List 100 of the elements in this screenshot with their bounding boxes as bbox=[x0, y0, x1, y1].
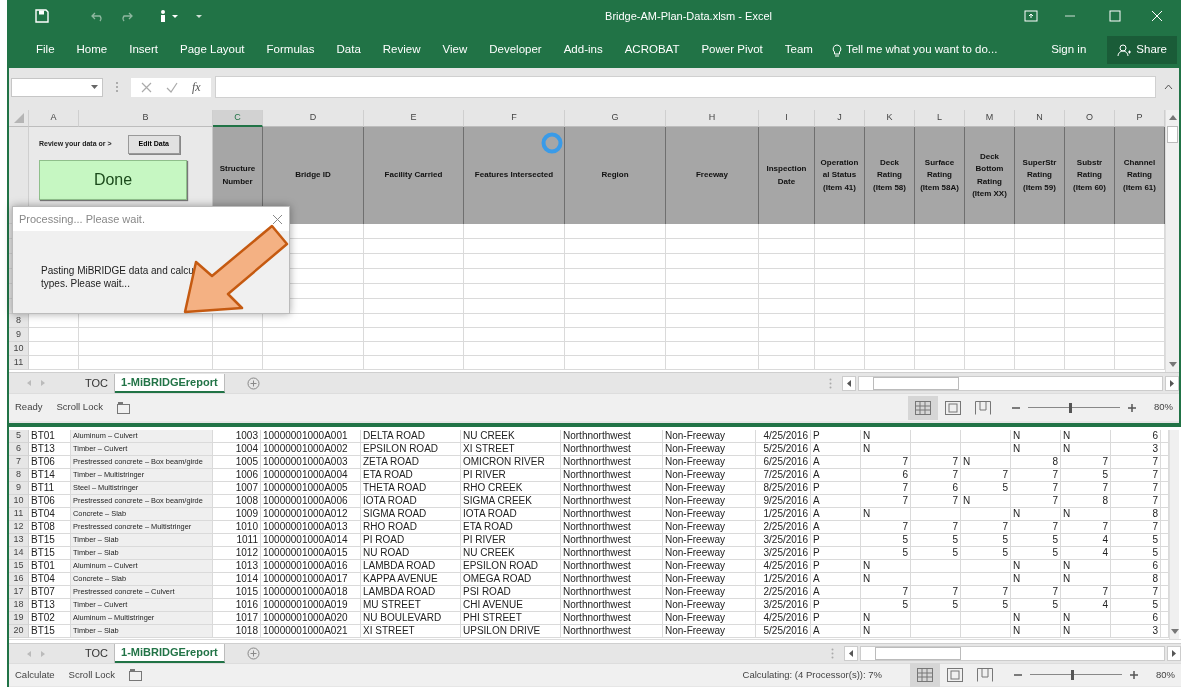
insert-function-button[interactable]: fx bbox=[192, 78, 201, 96]
scroll-up-icon[interactable] bbox=[1168, 114, 1177, 120]
column-letter[interactable]: P bbox=[1115, 110, 1165, 127]
column-letter[interactable]: O bbox=[1065, 110, 1115, 127]
empty-cell[interactable] bbox=[965, 328, 1015, 342]
empty-cell[interactable] bbox=[1065, 342, 1115, 356]
empty-cell[interactable] bbox=[759, 299, 815, 314]
empty-cell[interactable] bbox=[79, 356, 213, 370]
select-all-button[interactable] bbox=[9, 110, 29, 127]
empty-cell[interactable] bbox=[1015, 239, 1065, 254]
row-number[interactable]: 15 bbox=[9, 560, 29, 573]
row-number[interactable]: 11 bbox=[9, 508, 29, 521]
empty-cell[interactable] bbox=[666, 342, 759, 356]
close-icon[interactable] bbox=[272, 213, 283, 225]
empty-cell[interactable] bbox=[865, 269, 915, 284]
column-letter[interactable]: C bbox=[213, 110, 263, 127]
row-number[interactable]: 11 bbox=[9, 356, 29, 370]
empty-cell[interactable] bbox=[815, 284, 865, 299]
ribbon-tab[interactable]: File bbox=[25, 41, 66, 59]
column-letter[interactable]: E bbox=[364, 110, 464, 127]
empty-cell[interactable] bbox=[1065, 314, 1115, 328]
empty-cell[interactable] bbox=[965, 254, 1015, 269]
empty-cell[interactable] bbox=[1015, 254, 1065, 269]
splitter-dots-icon[interactable] bbox=[115, 81, 119, 93]
empty-cell[interactable] bbox=[565, 299, 666, 314]
empty-cell[interactable] bbox=[865, 299, 915, 314]
sheet-tab[interactable]: 1-MiBRIDGEreport bbox=[115, 373, 225, 393]
empty-cell[interactable] bbox=[815, 314, 865, 328]
empty-cell[interactable] bbox=[364, 254, 464, 269]
view-button[interactable] bbox=[910, 663, 940, 687]
row-number[interactable]: 19 bbox=[9, 612, 29, 625]
undo-icon[interactable] bbox=[91, 10, 105, 22]
scroll-right-icon[interactable] bbox=[1167, 646, 1181, 661]
empty-cell[interactable] bbox=[965, 239, 1015, 254]
empty-cell[interactable] bbox=[1015, 269, 1065, 284]
tell-me-search[interactable]: Tell me what you want to do... bbox=[845, 41, 998, 59]
zoom-slider[interactable] bbox=[1028, 401, 1120, 414]
row-number[interactable]: 20 bbox=[9, 625, 29, 638]
empty-cell[interactable] bbox=[79, 342, 213, 356]
empty-cell[interactable] bbox=[1065, 239, 1115, 254]
row-number[interactable]: 6 bbox=[9, 443, 29, 456]
empty-cell[interactable] bbox=[915, 239, 965, 254]
empty-cell[interactable] bbox=[666, 328, 759, 342]
empty-cell[interactable] bbox=[1065, 356, 1115, 370]
zoom-in-icon[interactable] bbox=[1128, 403, 1136, 412]
empty-cell[interactable] bbox=[759, 239, 815, 254]
empty-cell[interactable] bbox=[865, 356, 915, 370]
new-sheet-icon[interactable] bbox=[246, 647, 260, 660]
empty-cell[interactable] bbox=[1065, 254, 1115, 269]
empty-cell[interactable] bbox=[666, 239, 759, 254]
empty-cell[interactable] bbox=[1015, 284, 1065, 299]
column-letter[interactable]: L bbox=[915, 110, 965, 127]
empty-cell[interactable] bbox=[565, 269, 666, 284]
row-number[interactable]: 9 bbox=[9, 328, 29, 342]
empty-cell[interactable] bbox=[364, 342, 464, 356]
ribbon-tab[interactable]: Add-ins bbox=[552, 41, 614, 59]
empty-cell[interactable] bbox=[1065, 284, 1115, 299]
ribbon-tab[interactable]: Data bbox=[325, 41, 372, 59]
empty-cell[interactable] bbox=[759, 342, 815, 356]
empty-cell[interactable] bbox=[965, 342, 1015, 356]
empty-cell[interactable] bbox=[565, 239, 666, 254]
empty-cell[interactable] bbox=[759, 314, 815, 328]
empty-cell[interactable] bbox=[364, 299, 464, 314]
empty-cell[interactable] bbox=[666, 269, 759, 284]
empty-cell[interactable] bbox=[464, 284, 565, 299]
empty-cell[interactable] bbox=[759, 328, 815, 342]
column-letter[interactable]: G bbox=[565, 110, 666, 127]
ribbon-tab[interactable]: Insert bbox=[118, 41, 169, 59]
ribbon-tab[interactable]: Power Pivot bbox=[690, 41, 774, 59]
column-letter[interactable]: I bbox=[759, 110, 815, 127]
empty-cell[interactable] bbox=[364, 356, 464, 370]
scroll-right-icon[interactable] bbox=[1165, 375, 1179, 391]
column-letter[interactable]: M bbox=[965, 110, 1015, 127]
empty-cell[interactable] bbox=[263, 342, 364, 356]
empty-cell[interactable] bbox=[79, 328, 213, 342]
zoom-slider[interactable] bbox=[1030, 669, 1122, 681]
empty-cell[interactable] bbox=[965, 356, 1015, 370]
empty-cell[interactable] bbox=[213, 342, 263, 356]
collapse-caret-icon[interactable] bbox=[1164, 84, 1173, 90]
scrollbar-thumb[interactable] bbox=[873, 376, 959, 390]
row-number[interactable]: 10 bbox=[9, 495, 29, 508]
empty-cell[interactable] bbox=[464, 224, 565, 239]
empty-cell[interactable] bbox=[464, 342, 565, 356]
empty-cell[interactable] bbox=[759, 284, 815, 299]
scroll-down-icon[interactable] bbox=[1170, 629, 1179, 635]
zoom-in-icon[interactable] bbox=[1130, 671, 1138, 679]
sign-in-link[interactable]: Sign in bbox=[1040, 41, 1098, 59]
empty-cell[interactable] bbox=[759, 224, 815, 239]
empty-cell[interactable] bbox=[865, 239, 915, 254]
scroll-left-icon[interactable] bbox=[842, 375, 856, 391]
empty-cell[interactable] bbox=[464, 314, 565, 328]
share-button[interactable]: Share bbox=[1107, 36, 1177, 64]
empty-cell[interactable] bbox=[364, 239, 464, 254]
column-letter[interactable]: A bbox=[29, 110, 79, 127]
new-sheet-icon[interactable] bbox=[246, 376, 260, 390]
empty-cell[interactable] bbox=[915, 342, 965, 356]
ribbon-tab[interactable]: Formulas bbox=[255, 41, 326, 59]
row-number[interactable]: 9 bbox=[9, 482, 29, 495]
save-icon[interactable] bbox=[35, 9, 49, 23]
empty-cell[interactable] bbox=[666, 254, 759, 269]
